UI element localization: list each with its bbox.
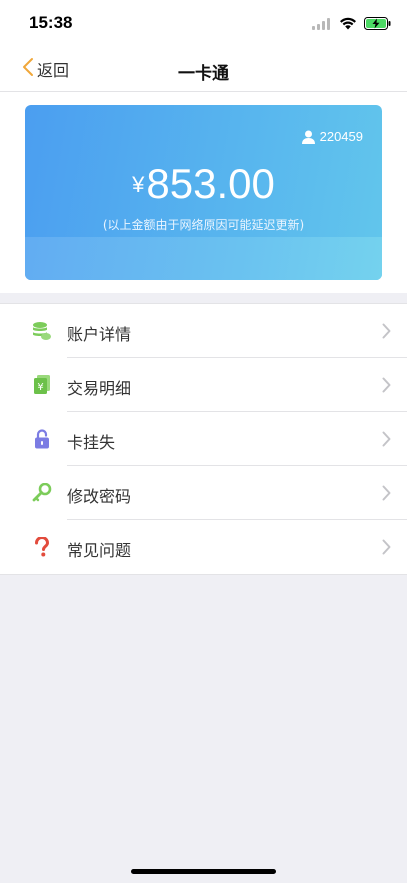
key-icon: [32, 482, 52, 504]
user-id: 220459: [319, 129, 363, 144]
menu-list: 账户详情 ¥ 交易明细 卡挂失 修改密码 常见问题: [0, 303, 407, 575]
wifi-icon: [339, 15, 357, 34]
menu-item-label: 账户详情: [67, 325, 132, 344]
balance-amount: ¥853.00: [25, 160, 382, 208]
card-area: 220459 ¥853.00 (以上金额由于网络原因可能延迟更新): [0, 92, 407, 293]
currency-symbol: ¥: [132, 172, 145, 197]
status-icons: [312, 15, 391, 34]
home-indicator[interactable]: [131, 869, 276, 874]
menu-item-label: 交易明细: [67, 379, 132, 398]
coins-icon: [32, 320, 52, 342]
status-bar: 15:38: [0, 0, 407, 46]
nav-bar: 返回 一卡通: [0, 46, 407, 92]
user-icon: [301, 130, 315, 144]
menu-item-transactions[interactable]: ¥ 交易明细: [0, 358, 407, 412]
menu-item-faq[interactable]: 常见问题: [0, 520, 407, 574]
question-icon: [32, 536, 52, 558]
chevron-right-icon: [382, 539, 391, 559]
menu-item-label: 卡挂失: [67, 433, 116, 452]
balance-note: (以上金额由于网络原因可能延迟更新): [102, 218, 305, 232]
chevron-right-icon: [382, 323, 391, 343]
menu-item-account-details[interactable]: 账户详情: [0, 304, 407, 358]
yen-bill-icon: ¥: [32, 374, 52, 396]
page-title: 一卡通: [178, 64, 229, 84]
balance-value: 853.00: [146, 160, 275, 207]
menu-item-change-password[interactable]: 修改密码: [0, 466, 407, 520]
card-user: 220459: [301, 129, 363, 144]
screen: 15:38 返回 一卡通 220459 ¥853.00 (以上金额由于网络原因可…: [0, 0, 407, 883]
menu-item-report-lost[interactable]: 卡挂失: [0, 412, 407, 466]
chevron-right-icon: [382, 431, 391, 451]
status-time: 15:38: [29, 13, 73, 32]
battery-charging-icon: [364, 15, 391, 34]
menu-item-label: 常见问题: [67, 541, 132, 560]
chevron-right-icon: [382, 485, 391, 505]
svg-text:¥: ¥: [37, 382, 43, 393]
menu-item-label: 修改密码: [67, 487, 132, 506]
chevron-right-icon: [382, 377, 391, 397]
signal-icon: [312, 15, 332, 34]
balance-card: 220459 ¥853.00 (以上金额由于网络原因可能延迟更新): [25, 105, 382, 280]
lock-icon: [32, 428, 52, 450]
card-bottom-band: [25, 237, 382, 280]
